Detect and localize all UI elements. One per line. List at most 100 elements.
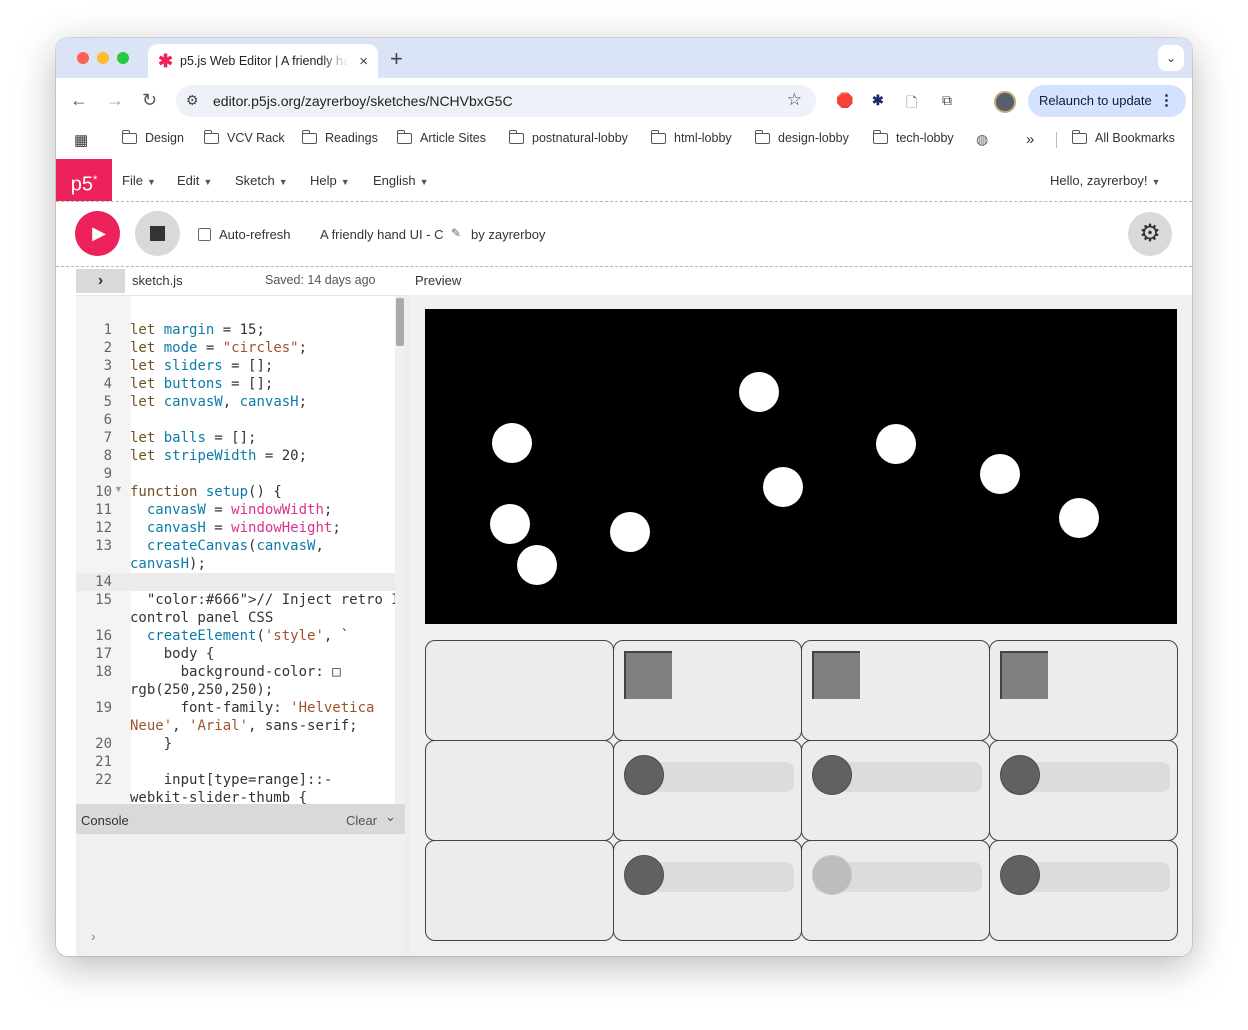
- file-name: sketch.js: [132, 273, 183, 288]
- slider-thumb[interactable]: [1000, 755, 1040, 795]
- chevron-down-icon: ▼: [146, 177, 156, 187]
- sidebar-toggle-button[interactable]: ›: [76, 269, 125, 293]
- editor-scrollbar-thumb[interactable]: [396, 298, 404, 346]
- profile-avatar[interactable]: [994, 91, 1016, 113]
- site-settings-icon[interactable]: ⚙: [186, 92, 199, 109]
- apps-grid-icon[interactable]: ▦: [74, 131, 88, 149]
- tab-search-button[interactable]: ⌄: [1158, 45, 1184, 71]
- code-line[interactable]: "color:#666">// Inject retro IBM-style c…: [130, 591, 405, 627]
- menu-edit[interactable]: Edit ▼: [177, 173, 212, 188]
- slider-thumb[interactable]: [624, 755, 664, 795]
- console-prompt-icon[interactable]: ›: [91, 928, 96, 944]
- line-number: 2: [103, 340, 112, 356]
- pencil-icon[interactable]: ✎: [451, 226, 461, 240]
- bookmark-postnatural-lobby[interactable]: postnatural-lobby: [508, 129, 628, 145]
- browser-menu-icon[interactable]: ⋮: [1159, 91, 1174, 109]
- toggle-button[interactable]: [624, 651, 672, 699]
- globe-icon[interactable]: ◍: [976, 131, 988, 148]
- bookmark-html-lobby[interactable]: html-lobby: [650, 129, 732, 145]
- line-number: 20: [95, 736, 112, 752]
- ball: [517, 545, 557, 585]
- code-line[interactable]: input[type=range]::- webkit-slider-thumb…: [130, 771, 395, 804]
- line-number: 1: [103, 322, 112, 338]
- close-window-button[interactable]: [77, 52, 89, 64]
- line-number: 13: [95, 538, 112, 554]
- play-button[interactable]: ▶: [75, 211, 120, 256]
- menu-language[interactable]: English ▼: [373, 173, 429, 188]
- code-line[interactable]: background-color: □ rgb(250,250,250);: [130, 663, 395, 699]
- code-line[interactable]: let mode = "circles";: [130, 339, 395, 357]
- sketch-canvas[interactable]: [425, 309, 1177, 624]
- sketch-name[interactable]: A friendly hand UI - C: [320, 227, 444, 242]
- code-line[interactable]: }: [130, 735, 395, 753]
- bookmark-article-sites[interactable]: Article Sites: [396, 129, 486, 145]
- line-number: 9: [103, 466, 112, 482]
- console-clear-button[interactable]: Clear: [346, 813, 377, 828]
- stop-button[interactable]: [135, 211, 180, 256]
- chevron-down-icon[interactable]: ⌄: [385, 809, 396, 825]
- extension-icon[interactable]: ✱: [872, 92, 884, 109]
- all-bookmarks[interactable]: All Bookmarks: [1071, 129, 1175, 145]
- menu-file[interactable]: File ▼: [122, 173, 156, 188]
- code-line[interactable]: let canvasW, canvasH;: [130, 393, 395, 411]
- user-menu[interactable]: Hello, zayrerboy! ▼: [1050, 173, 1160, 188]
- bookmark-readings[interactable]: Readings: [301, 129, 378, 145]
- url-text[interactable]: editor.p5js.org/zayrerboy/sketches/NCHVb…: [213, 93, 513, 109]
- bookmarks-bar: ▦ Design VCV Rack Readings Article Sites…: [56, 124, 1192, 156]
- new-tab-button[interactable]: +: [390, 46, 403, 72]
- code-line[interactable]: canvasH = windowHeight;: [130, 519, 395, 537]
- settings-gear-icon[interactable]: ⚙: [1128, 212, 1172, 256]
- menu-help[interactable]: Help ▼: [310, 173, 350, 188]
- bookmark-label: html-lobby: [674, 131, 732, 145]
- auto-refresh-checkbox[interactable]: [198, 228, 211, 241]
- bookmark-design[interactable]: Design: [121, 129, 184, 145]
- code-line[interactable]: let sliders = [];: [130, 357, 395, 375]
- code-line[interactable]: let buttons = [];: [130, 375, 395, 393]
- tab-close-icon[interactable]: ×: [359, 53, 368, 70]
- code-line[interactable]: let balls = [];: [130, 429, 395, 447]
- menu-sketch[interactable]: Sketch ▼: [235, 173, 288, 188]
- fold-arrow-icon[interactable]: ▼: [114, 484, 123, 494]
- line-number: 18: [95, 664, 112, 680]
- more-bookmarks-icon[interactable]: »: [1026, 131, 1034, 148]
- forward-icon[interactable]: →: [106, 90, 124, 111]
- chevron-down-icon: ▼: [278, 177, 288, 187]
- code-line[interactable]: body {: [130, 645, 395, 663]
- code-line[interactable]: canvasW = windowWidth;: [130, 501, 395, 519]
- code-line[interactable]: font-family: 'Helvetica Neue', 'Arial', …: [130, 699, 395, 735]
- bookmark-design-lobby[interactable]: design-lobby: [754, 129, 849, 145]
- extensions-puzzle-icon[interactable]: ⧉: [942, 92, 952, 109]
- slider-thumb[interactable]: [812, 755, 852, 795]
- slider-thumb[interactable]: [1000, 855, 1040, 895]
- code-editor[interactable]: 1 let margin = 15; 2 let mode = "circles"; 3…: [76, 295, 405, 804]
- slider-thumb[interactable]: [624, 855, 664, 895]
- bookmark-star-icon[interactable]: ☆: [787, 90, 802, 110]
- folder-icon: [872, 129, 888, 144]
- zoom-window-button[interactable]: [117, 52, 129, 64]
- toggle-button[interactable]: [1000, 651, 1048, 699]
- reader-extension-icon[interactable]: 🗋: [906, 92, 917, 116]
- browser-tab-active[interactable]: ✱ p5.js Web Editor | A friendly hand UI …: [148, 44, 378, 78]
- toggle-button[interactable]: [812, 651, 860, 699]
- bookmark-vcv-rack[interactable]: VCV Rack: [203, 129, 285, 145]
- minimize-window-button[interactable]: [97, 52, 109, 64]
- reload-icon[interactable]: ↻: [142, 90, 157, 111]
- editor-scrollbar[interactable]: [395, 296, 405, 804]
- slider-thumb[interactable]: [812, 855, 852, 895]
- code-line[interactable]: let margin = 15;: [130, 321, 395, 339]
- code-line[interactable]: createElement('style', `: [130, 627, 395, 645]
- sketch-author[interactable]: by zayrerboy: [471, 227, 545, 242]
- code-line[interactable]: createCanvas(canvasW, canvasH);: [130, 537, 395, 573]
- back-icon[interactable]: ←: [70, 90, 88, 111]
- greeting-text: Hello, zayrerboy!: [1050, 173, 1148, 188]
- line-number: 19: [95, 700, 112, 716]
- auto-refresh-label[interactable]: Auto-refresh: [219, 227, 291, 242]
- p5-logo[interactable]: p5*: [56, 159, 112, 201]
- bookmark-tech-lobby[interactable]: tech-lobby: [872, 129, 954, 145]
- relaunch-button[interactable]: Relaunch to update ⋮: [1028, 85, 1186, 117]
- code-line[interactable]: let stripeWidth = 20;: [130, 447, 395, 465]
- panel-slider: [613, 840, 802, 941]
- code-line[interactable]: function setup() {: [130, 483, 395, 501]
- adblock-extension-icon[interactable]: 🛑: [836, 92, 853, 109]
- address-bar[interactable]: ⚙ editor.p5js.org/zayrerboy/sketches/NCH…: [176, 85, 816, 117]
